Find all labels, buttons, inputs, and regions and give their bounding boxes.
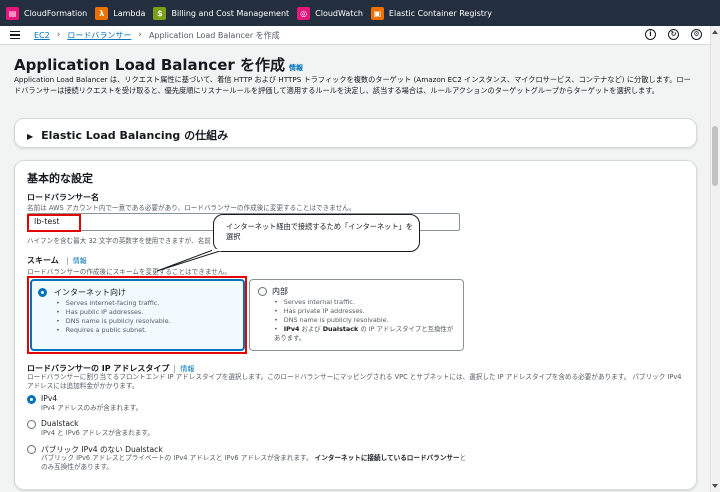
page-description: Application Load Balancer は、リクエスト属性に基づいて… — [14, 75, 691, 95]
ip-type-dualstack-radio[interactable] — [27, 420, 36, 429]
breadcrumb: EC2 › ロードバランサー › Application Load Balanc… — [34, 30, 280, 41]
ip-type-description: ロードバランサーに割り当てるフロントエンド IP アドレスタイプを選択します。こ… — [27, 373, 682, 390]
chevron-right-icon: › — [138, 30, 142, 40]
breadcrumb-load-balancers[interactable]: ロードバランサー — [67, 30, 131, 41]
scroll-down-arrow-icon[interactable] — [712, 484, 718, 488]
service-label: CloudFormation — [24, 8, 88, 18]
elb-how-it-works-header[interactable]: ▶ Elastic Load Balancing の仕組み — [27, 127, 228, 143]
ip-type-dualstack-no-ipv4-desc: パブリック IPv6 アドレスとプライベートの IPv4 アドレスと IPv6 … — [41, 454, 471, 472]
service-label: CloudWatch — [315, 8, 363, 18]
service-label: Billing and Cost Management — [171, 8, 290, 18]
desc-bold: インターネットに接続しているロードバランサー — [314, 454, 460, 462]
ip-type-ipv4-desc: IPv4 アドレスのみが含まれます。 — [41, 404, 143, 412]
scheme-label: スキーム 情報 — [27, 255, 87, 266]
settings-icon[interactable]: ⚙ — [691, 29, 702, 40]
ecr-icon: ▣ — [370, 6, 384, 20]
scheme-internal-card[interactable]: 内部 Serves internal traffic. Has private … — [249, 279, 464, 351]
cloudformation-icon: ▤ — [6, 6, 19, 20]
list-item: Has private IP addresses. — [274, 307, 454, 316]
service-billing[interactable]: $ Billing and Cost Management — [153, 0, 289, 26]
billing-icon: $ — [153, 6, 167, 20]
scheme-internet-facing-radio[interactable] — [38, 288, 47, 297]
service-label: Lambda — [113, 8, 146, 18]
info-icon[interactable]: i — [645, 29, 656, 40]
lb-name-description: 名前は AWS アカウント内で一意である必要があり、ロードバランサーの作成後に変… — [27, 204, 356, 212]
dualstack-text: Dualstack — [322, 325, 359, 333]
annotation-callout: インターネット経由で接続するため「インターネット」を選択 — [213, 214, 420, 252]
service-lambda[interactable]: λ Lambda — [95, 0, 145, 26]
lambda-icon: λ — [95, 6, 109, 20]
history-icon[interactable]: ↻ — [668, 29, 679, 40]
service-cloudformation[interactable]: ▤ CloudFormation — [6, 0, 87, 26]
menu-icon[interactable] — [10, 31, 20, 39]
scheme-label-text: スキーム — [27, 256, 59, 265]
breadcrumb-ec2[interactable]: EC2 — [34, 31, 50, 40]
ipv4-text: IPv4 — [283, 325, 300, 333]
ip-type-label-text: ロードバランサーの IP アドレスタイプ — [27, 364, 170, 373]
scheme-internet-facing-card[interactable]: インターネット向け Serves internet-facing traffic… — [30, 279, 245, 351]
section-title: 基本的な設定 — [27, 172, 93, 185]
scheme-internet-facing-details: Serves internet-facing traffic. Has publ… — [56, 299, 171, 335]
breadcrumb-current: Application Load Balancer を作成 — [148, 30, 280, 40]
title-info-link[interactable]: 情報 — [289, 64, 303, 72]
chevron-right-icon: › — [56, 30, 61, 40]
scroll-up-arrow-icon[interactable] — [712, 30, 718, 34]
list-item: Requires a public subnet. — [56, 326, 171, 335]
list-item: Has public IP addresses. — [56, 308, 171, 317]
highlight-box-name — [27, 214, 81, 232]
elb-how-it-works-title: Elastic Load Balancing の仕組み — [41, 129, 229, 142]
page-title-text: Application Load Balancer を作成 — [14, 56, 286, 74]
scrollbar-thumb[interactable] — [712, 126, 718, 186]
list-item: IPv4 および Dualstack の IP アドレスタイプと互換性があります… — [274, 325, 454, 343]
ip-type-dualstack-title[interactable]: Dualstack — [41, 419, 79, 428]
scheme-internal-radio[interactable] — [258, 287, 267, 296]
breadcrumb-bar: EC2 › ロードバランサー › Application Load Balanc… — [0, 26, 710, 45]
scheme-internet-facing-title: インターネット向け — [54, 288, 126, 297]
list-item: DNS name is publicly resolvable. — [56, 317, 171, 326]
list-item: Serves internet-facing traffic. — [56, 299, 171, 308]
scheme-internal-details: Serves internal traffic. Has private IP … — [274, 298, 454, 343]
ip-type-ipv4-title[interactable]: IPv4 — [41, 394, 57, 403]
basic-configuration-panel: 基本的な設定 ロードバランサー名 名前は AWS アカウント内で一意である必要が… — [14, 160, 697, 490]
scheme-internal-title: 内部 — [272, 287, 288, 296]
caret-right-icon: ▶ — [27, 132, 34, 141]
callout-pointer — [156, 249, 224, 272]
ip-type-ipv4-radio[interactable] — [27, 395, 36, 404]
service-favorites-bar: ▤ CloudFormation λ Lambda $ Billing and … — [0, 0, 720, 26]
service-label: Elastic Container Registry — [388, 8, 492, 18]
service-cloudwatch[interactable]: ◎ CloudWatch — [297, 0, 363, 26]
desc-part: パブリック IPv6 アドレスとプライベートの IPv4 アドレスと IPv6 … — [41, 454, 313, 462]
ip-type-dualstack-no-ipv4-radio[interactable] — [27, 445, 36, 454]
cloudwatch-icon: ◎ — [297, 6, 311, 20]
list-item: DNS name is publicly resolvable. — [274, 316, 454, 325]
elb-how-it-works-panel[interactable]: ▶ Elastic Load Balancing の仕組み — [14, 118, 697, 148]
service-ecr[interactable]: ▣ Elastic Container Registry — [370, 0, 492, 26]
and-text: および — [299, 325, 323, 333]
ip-type-info-link[interactable]: 情報 — [174, 365, 195, 373]
lb-name-hint: ハイフンを含む最大 32 文字の英数字を使用できますが、名前 — [27, 237, 211, 245]
scheme-info-link[interactable]: 情報 — [66, 257, 87, 265]
list-item: Serves internal traffic. — [274, 298, 454, 307]
ip-type-dualstack-desc: IPv4 と IPv6 アドレスが含まれます。 — [41, 429, 154, 437]
page-scrollbar[interactable] — [710, 26, 720, 492]
page-title: Application Load Balancer を作成 情報 — [14, 54, 303, 75]
